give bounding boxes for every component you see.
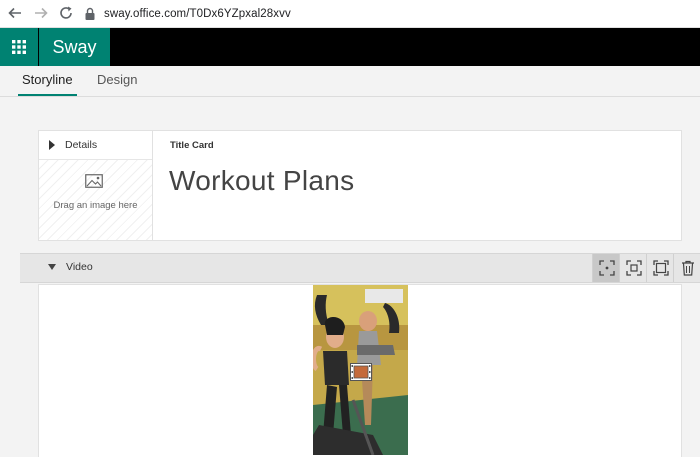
app-launcher-icon[interactable] — [0, 28, 38, 66]
fit-icon — [652, 260, 669, 276]
details-toggle[interactable]: Details — [39, 131, 152, 160]
browser-toolbar: sway.office.com/T0Dx6YZpxal28xvv — [0, 0, 700, 28]
video-label: Video — [66, 261, 93, 273]
forward-icon[interactable] — [32, 4, 50, 22]
card-type-label: Title Card — [170, 140, 214, 151]
image-icon — [85, 174, 103, 188]
address-bar[interactable]: sway.office.com/T0Dx6YZpxal28xvv — [84, 3, 696, 24]
title-text[interactable]: Workout Plans — [169, 165, 354, 197]
title-card: Details Drag an image here Title Card Wo… — [38, 130, 682, 241]
focus-point-icon — [598, 260, 615, 276]
reload-icon[interactable] — [57, 4, 75, 22]
view-tabs: Storyline Design — [0, 66, 700, 97]
url-text: sway.office.com/T0Dx6YZpxal28xvv — [104, 7, 291, 20]
focus-point-button[interactable] — [592, 254, 620, 282]
video-clip-icon — [350, 363, 372, 381]
lock-icon — [85, 7, 95, 20]
expand-arrow-icon — [49, 140, 55, 150]
delete-icon — [681, 260, 694, 276]
app-header: Sway — [0, 28, 700, 66]
emphasize-icon — [625, 260, 642, 276]
back-icon[interactable] — [6, 4, 24, 22]
tab-design[interactable]: Design — [97, 72, 137, 87]
details-label: Details — [65, 139, 98, 151]
dropzone-text: Drag an image here — [53, 200, 138, 211]
collapse-arrow-icon[interactable] — [48, 264, 56, 270]
delete-button[interactable] — [673, 254, 700, 282]
video-preview[interactable] — [313, 285, 408, 455]
tab-storyline[interactable]: Storyline — [18, 72, 77, 96]
image-dropzone[interactable]: Drag an image here — [39, 160, 152, 240]
video-card-header: Video — [20, 253, 700, 283]
details-panel: Details Drag an image here — [39, 131, 153, 240]
app-name[interactable]: Sway — [39, 28, 110, 66]
video-card — [38, 284, 682, 457]
emphasize-button[interactable] — [619, 254, 647, 282]
fit-button[interactable] — [646, 254, 674, 282]
